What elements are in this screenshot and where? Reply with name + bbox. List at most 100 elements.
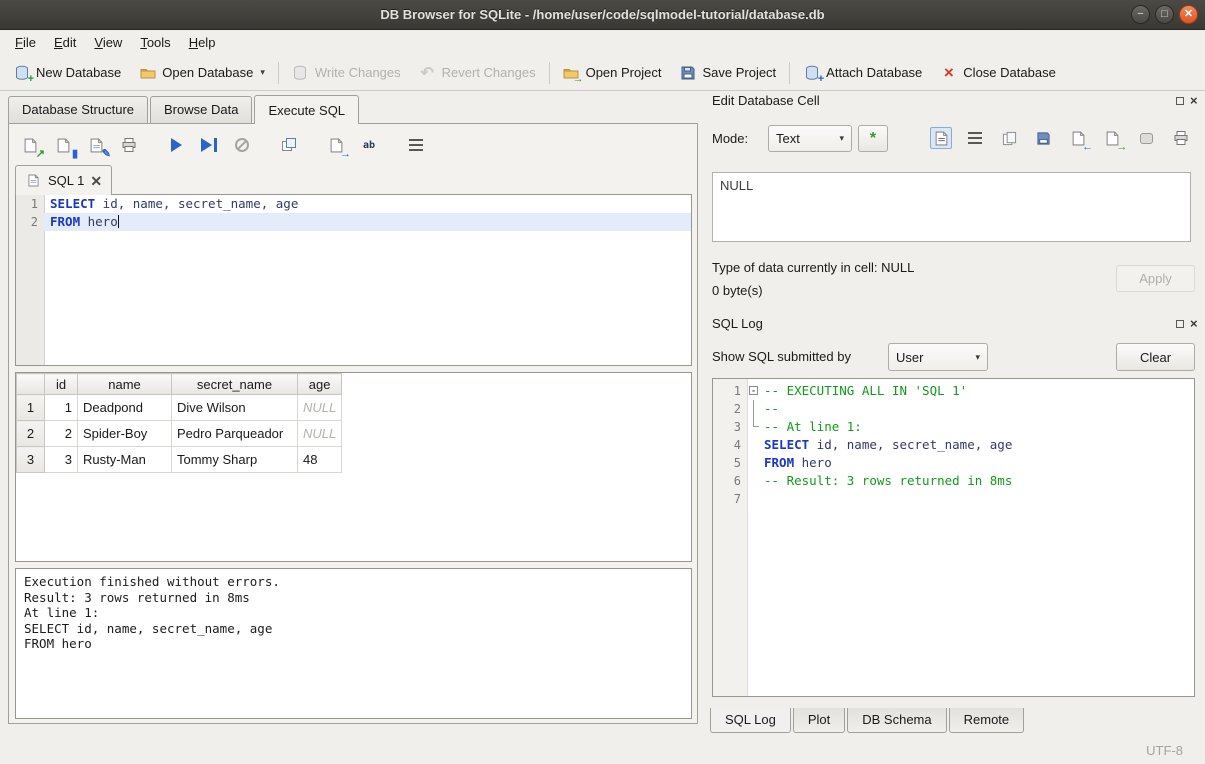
- menu-view[interactable]: View: [85, 32, 131, 53]
- cell-value-editor[interactable]: NULL: [712, 172, 1191, 242]
- text-mode-icon[interactable]: [930, 127, 952, 149]
- toolbar-separator: [789, 62, 790, 84]
- export-icon[interactable]: →: [1101, 127, 1123, 149]
- sql-identifiers: hero: [80, 214, 118, 229]
- menu-tools[interactable]: Tools: [131, 32, 179, 53]
- cell-name[interactable]: Rusty-Man: [78, 447, 172, 473]
- sql-log-view[interactable]: 1 - -- EXECUTING ALL IN 'SQL 1' 2 -- 3 -…: [712, 378, 1195, 697]
- statusbar: UTF-8: [0, 734, 1205, 764]
- execute-sql-panel: ↗ ▮ ✎: [8, 123, 698, 724]
- cell-value: NULL: [720, 178, 753, 193]
- sql-tab[interactable]: SQL 1 ✕: [15, 165, 112, 195]
- open-database-button[interactable]: Open Database ▾: [130, 59, 274, 87]
- log-filter-select[interactable]: User ▾: [888, 343, 988, 371]
- mode-select[interactable]: Text ▾: [768, 125, 852, 152]
- minimize-icon[interactable]: −: [1131, 5, 1150, 24]
- close-database-icon: ×: [940, 64, 957, 81]
- word-wrap-icon[interactable]: [964, 127, 986, 149]
- row-number[interactable]: 2: [17, 421, 45, 447]
- sql-tab-close-icon[interactable]: ✕: [90, 175, 102, 187]
- row-number[interactable]: 3: [17, 447, 45, 473]
- clear-log-button[interactable]: Clear: [1116, 343, 1195, 371]
- float-panel-icon[interactable]: [1176, 97, 1184, 105]
- cell-name[interactable]: Spider-Boy: [78, 421, 172, 447]
- copy-icon[interactable]: [999, 127, 1021, 149]
- word-wrap-icon[interactable]: [405, 134, 427, 156]
- print-icon[interactable]: [118, 134, 140, 156]
- execution-status-box: Execution finished without errors. Resul…: [15, 568, 692, 719]
- save-sql-file-icon[interactable]: ▮: [52, 134, 74, 156]
- fold-end-icon: [753, 418, 759, 427]
- log-comment: -- Result: 3 rows returned in 8ms: [762, 472, 1012, 490]
- new-tab-icon[interactable]: [278, 134, 300, 156]
- tab-database-structure[interactable]: Database Structure: [8, 96, 148, 123]
- encoding-indicator[interactable]: UTF-8: [1146, 743, 1183, 758]
- tab-sql-log[interactable]: SQL Log: [710, 708, 791, 733]
- save-project-button[interactable]: Save Project: [670, 59, 785, 87]
- print-icon[interactable]: [1170, 127, 1192, 149]
- cell-age[interactable]: NULL: [298, 395, 342, 421]
- sql-editor[interactable]: 1 SELECT id, name, secret_name, age 2 FR…: [15, 194, 692, 366]
- tab-browse-data[interactable]: Browse Data: [150, 96, 252, 123]
- execute-current-line-icon[interactable]: [198, 134, 220, 156]
- find-replace-icon[interactable]: ab: [358, 134, 380, 156]
- apply-button: Apply: [1116, 265, 1195, 292]
- export-icon[interactable]: →: [325, 134, 347, 156]
- float-panel-icon[interactable]: [1176, 320, 1184, 328]
- cell-age[interactable]: NULL: [298, 421, 342, 447]
- menu-edit[interactable]: Edit: [45, 32, 85, 53]
- cell-id[interactable]: 2: [45, 421, 78, 447]
- fold-collapse-icon[interactable]: -: [749, 386, 758, 395]
- cell-type-text: Type of data currently in cell: NULL: [712, 260, 914, 275]
- revert-changes-label: Revert Changes: [442, 65, 536, 80]
- table-row: 3 3 Rusty-Man Tommy Sharp 48: [17, 447, 342, 473]
- cell-name[interactable]: Deadpond: [78, 395, 172, 421]
- attach-database-button[interactable]: + Attach Database: [794, 59, 931, 87]
- log-comment: -- At line 1:: [762, 418, 862, 436]
- line-number: 1: [16, 195, 44, 213]
- auto-switch-mode-button[interactable]: *: [858, 125, 888, 152]
- cell-secret-name[interactable]: Dive Wilson: [172, 395, 298, 421]
- log-filter-label: Show SQL submitted by: [712, 349, 851, 364]
- set-null-icon[interactable]: [1136, 127, 1158, 149]
- close-panel-icon[interactable]: ×: [1190, 319, 1198, 329]
- auto-switch-mode-icon: *: [870, 130, 876, 148]
- open-database-dropdown-icon[interactable]: ▾: [260, 67, 265, 78]
- row-number[interactable]: 1: [17, 395, 45, 421]
- save-as-icon[interactable]: [1033, 127, 1055, 149]
- col-header-name[interactable]: name: [78, 374, 172, 395]
- mode-label: Mode:: [712, 131, 748, 146]
- cell-age[interactable]: 48: [298, 447, 342, 473]
- cell-id[interactable]: 3: [45, 447, 78, 473]
- col-header-id[interactable]: id: [45, 374, 78, 395]
- log-comment: --: [762, 400, 779, 418]
- open-project-button[interactable]: → Open Project: [554, 59, 671, 87]
- sql-log-title: SQL Log: [712, 316, 763, 331]
- write-changes-label: Write Changes: [315, 65, 401, 80]
- tab-remote[interactable]: Remote: [949, 708, 1025, 733]
- open-project-label: Open Project: [586, 65, 662, 80]
- close-icon[interactable]: ✕: [1179, 5, 1198, 24]
- execute-all-icon[interactable]: [165, 134, 187, 156]
- new-database-button[interactable]: + New Database: [4, 59, 130, 87]
- col-header-secret-name[interactable]: secret_name: [172, 374, 298, 395]
- save-sql-file-as-icon[interactable]: ✎: [85, 134, 107, 156]
- edit-cell-title: Edit Database Cell: [712, 93, 820, 108]
- close-panel-icon[interactable]: ×: [1190, 96, 1198, 106]
- cell-secret-name[interactable]: Tommy Sharp: [172, 447, 298, 473]
- cell-id[interactable]: 1: [45, 395, 78, 421]
- tab-execute-sql[interactable]: Execute SQL: [254, 95, 359, 124]
- menu-file[interactable]: File: [6, 32, 45, 53]
- cell-secret-name[interactable]: Pedro Parqueador: [172, 421, 298, 447]
- col-header-age[interactable]: age: [298, 374, 342, 395]
- import-icon[interactable]: ←: [1067, 127, 1089, 149]
- sql-log-panel-controls: ×: [1176, 319, 1198, 329]
- close-database-button[interactable]: × Close Database: [931, 59, 1065, 87]
- tab-plot[interactable]: Plot: [793, 708, 845, 733]
- menu-help[interactable]: Help: [180, 32, 225, 53]
- results-header-row: id name secret_name age: [17, 374, 342, 395]
- open-sql-file-icon[interactable]: ↗: [19, 134, 41, 156]
- sql-keyword: FROM: [764, 455, 794, 470]
- maximize-icon[interactable]: □: [1155, 5, 1174, 24]
- tab-db-schema[interactable]: DB Schema: [847, 708, 946, 733]
